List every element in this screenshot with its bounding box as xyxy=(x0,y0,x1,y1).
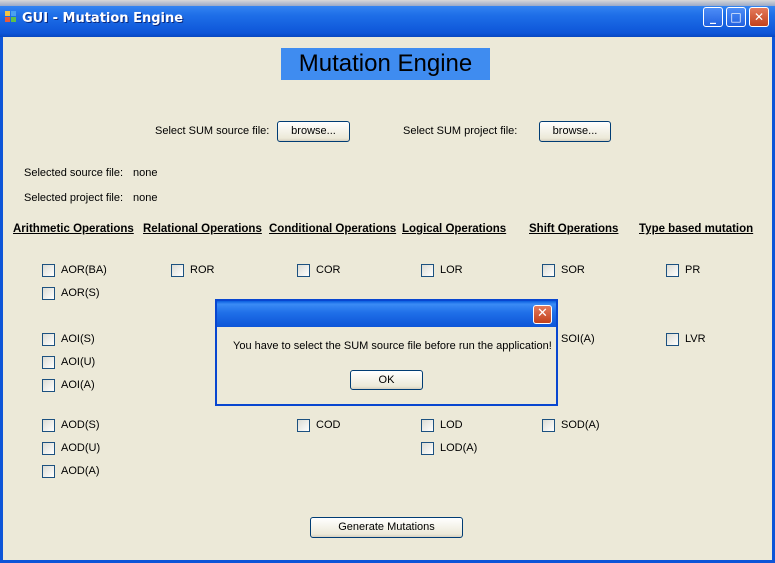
close-icon: ✕ xyxy=(537,306,548,321)
checkbox-box[interactable] xyxy=(42,287,55,300)
checkbox-label: AOD(U) xyxy=(61,442,101,454)
browse-source-button[interactable]: browse... xyxy=(277,121,350,142)
selected-source-value: none xyxy=(133,167,158,179)
category-relational: Relational Operations xyxy=(143,223,262,235)
dialog-message: You have to select the SUM source file b… xyxy=(233,340,552,352)
checkbox-box[interactable] xyxy=(42,379,55,392)
category-type: Type based mutation xyxy=(639,223,754,235)
checkbox-box[interactable] xyxy=(42,442,55,455)
selected-project-value: none xyxy=(133,192,158,204)
checkbox-box[interactable] xyxy=(297,264,310,277)
checkbox-label: AOR(S) xyxy=(61,287,100,299)
checkbox-label: SOI(A) xyxy=(561,333,595,345)
dialog-close-button[interactable]: ✕ xyxy=(533,305,552,324)
dialog-ok-button[interactable]: OK xyxy=(350,370,423,390)
generate-mutations-button[interactable]: Generate Mutations xyxy=(310,517,463,538)
browse-project-button[interactable]: browse... xyxy=(539,121,611,142)
close-button[interactable]: ✕ xyxy=(749,7,769,27)
checkbox-label: AOR(BA) xyxy=(61,264,107,276)
checkbox-label: LVR xyxy=(685,333,706,345)
checkbox-box[interactable] xyxy=(42,356,55,369)
minimize-button[interactable]: _ xyxy=(703,7,723,27)
selected-project-label: Selected project file: xyxy=(24,192,124,204)
title-bar[interactable]: GUI - Mutation Engine _ □ ✕ xyxy=(0,0,775,37)
checkbox-label: SOD(A) xyxy=(561,419,600,431)
error-dialog: ✕ You have to select the SUM source file… xyxy=(215,299,558,406)
checkbox-label: ROR xyxy=(190,264,215,276)
checkbox-box[interactable] xyxy=(42,333,55,346)
checkbox-box[interactable] xyxy=(421,264,434,277)
checkbox-box[interactable] xyxy=(42,465,55,478)
category-conditional: Conditional Operations xyxy=(269,223,397,235)
window-title: GUI - Mutation Engine xyxy=(22,11,184,26)
checkbox-box[interactable] xyxy=(666,264,679,277)
maximize-button[interactable]: □ xyxy=(726,7,746,27)
checkbox-label: LOD(A) xyxy=(440,442,478,454)
category-shift: Shift Operations xyxy=(529,223,619,235)
checkbox-label: AOD(S) xyxy=(61,419,100,431)
category-arithmetic: Arithmetic Operations xyxy=(13,223,134,235)
checkbox-box[interactable] xyxy=(42,419,55,432)
main-window: GUI - Mutation Engine _ □ ✕ Mutation Eng… xyxy=(0,0,775,563)
checkbox-label: PR xyxy=(685,264,701,276)
checkbox-label: COD xyxy=(316,419,341,431)
checkbox-label: SOR xyxy=(561,264,585,276)
checkbox-box[interactable] xyxy=(42,264,55,277)
checkbox-box[interactable] xyxy=(297,419,310,432)
checkbox-box[interactable] xyxy=(421,419,434,432)
screen-top-strip xyxy=(0,0,775,6)
minimize-icon: _ xyxy=(710,10,716,24)
checkbox-label: AOI(U) xyxy=(61,356,96,368)
checkbox-box[interactable] xyxy=(542,419,555,432)
checkbox-box[interactable] xyxy=(421,442,434,455)
dialog-title-bar[interactable] xyxy=(217,301,556,327)
app-icon xyxy=(5,11,17,23)
close-icon: ✕ xyxy=(753,10,765,24)
maximize-icon: □ xyxy=(730,10,742,24)
checkbox-label: COR xyxy=(316,264,341,276)
checkbox-label: LOD xyxy=(440,419,463,431)
project-file-label: Select SUM project file: xyxy=(403,125,518,137)
checkbox-box[interactable] xyxy=(666,333,679,346)
selected-source-label: Selected source file: xyxy=(24,167,124,179)
checkbox-box[interactable] xyxy=(171,264,184,277)
checkbox-label: AOD(A) xyxy=(61,465,100,477)
page-title: Mutation Engine xyxy=(281,48,490,80)
checkbox-label: AOI(S) xyxy=(61,333,95,345)
category-logical: Logical Operations xyxy=(402,223,507,235)
checkbox-box[interactable] xyxy=(542,264,555,277)
window-border-left xyxy=(0,37,3,563)
source-file-label: Select SUM source file: xyxy=(155,125,270,137)
checkbox-label: AOI(A) xyxy=(61,379,95,391)
checkbox-label: LOR xyxy=(440,264,463,276)
